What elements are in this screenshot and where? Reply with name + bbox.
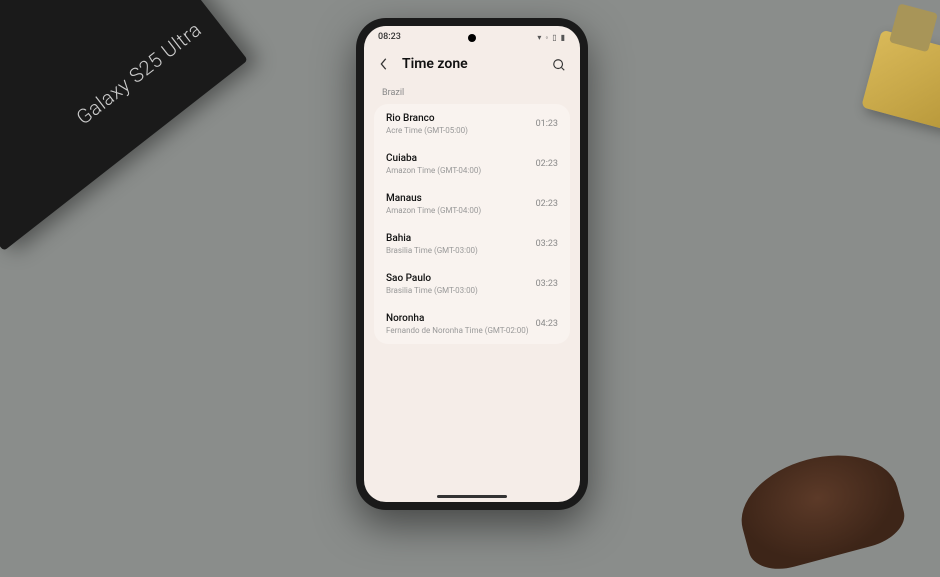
- timezone-time: 02:23: [536, 193, 558, 209]
- timezone-item[interactable]: Noronha Fernando de Noronha Time (GMT-02…: [374, 304, 570, 344]
- phone-frame: 08:23 ▾ ◦ ▯ ▮ Time zone Brazil Rio Branc…: [356, 18, 588, 510]
- section-label: Brazil: [364, 86, 580, 104]
- timezone-city: Bahia: [386, 233, 530, 244]
- timezone-city: Cuiaba: [386, 153, 530, 164]
- desk-prop: [861, 30, 940, 131]
- timezone-item[interactable]: Cuiaba Amazon Time (GMT-04:00) 02:23: [374, 144, 570, 184]
- page-title: Time zone: [402, 56, 540, 72]
- timezone-city: Noronha: [386, 313, 530, 324]
- timezone-desc: Amazon Time (GMT-04:00): [386, 206, 530, 215]
- timezone-desc: Brasilia Time (GMT-03:00): [386, 286, 530, 295]
- timezone-item[interactable]: Manaus Amazon Time (GMT-04:00) 02:23: [374, 184, 570, 224]
- timezone-item[interactable]: Rio Branco Acre Time (GMT-05:00) 01:23: [374, 104, 570, 144]
- timezone-city: Sao Paulo: [386, 273, 530, 284]
- back-icon[interactable]: [378, 58, 390, 70]
- timezone-time: 03:23: [536, 273, 558, 289]
- timezone-time: 01:23: [536, 113, 558, 129]
- timezone-time: 02:23: [536, 153, 558, 169]
- timezone-list: Rio Branco Acre Time (GMT-05:00) 01:23 C…: [374, 104, 570, 344]
- app-header: Time zone: [364, 46, 580, 86]
- timezone-desc: Fernando de Noronha Time (GMT-02:00): [386, 326, 530, 335]
- product-box: Galaxy S25 Ultra: [0, 0, 248, 251]
- timezone-time: 03:23: [536, 233, 558, 249]
- hand: [730, 439, 910, 577]
- timezone-item[interactable]: Sao Paulo Brasilia Time (GMT-03:00) 03:2…: [374, 264, 570, 304]
- phone-screen: 08:23 ▾ ◦ ▯ ▮ Time zone Brazil Rio Branc…: [364, 26, 580, 502]
- timezone-desc: Brasilia Time (GMT-03:00): [386, 246, 530, 255]
- timezone-desc: Amazon Time (GMT-04:00): [386, 166, 530, 175]
- nav-handle[interactable]: [437, 495, 507, 498]
- product-box-label: Galaxy S25 Ultra: [72, 17, 206, 129]
- timezone-desc: Acre Time (GMT-05:00): [386, 126, 530, 135]
- timezone-time: 04:23: [536, 313, 558, 329]
- search-icon[interactable]: [552, 57, 566, 71]
- timezone-city: Rio Branco: [386, 113, 530, 124]
- timezone-city: Manaus: [386, 193, 530, 204]
- status-icons: ▾ ◦ ▯ ▮: [537, 33, 566, 42]
- timezone-item[interactable]: Bahia Brasilia Time (GMT-03:00) 03:23: [374, 224, 570, 264]
- status-time: 08:23: [378, 32, 401, 42]
- front-camera: [468, 34, 476, 42]
